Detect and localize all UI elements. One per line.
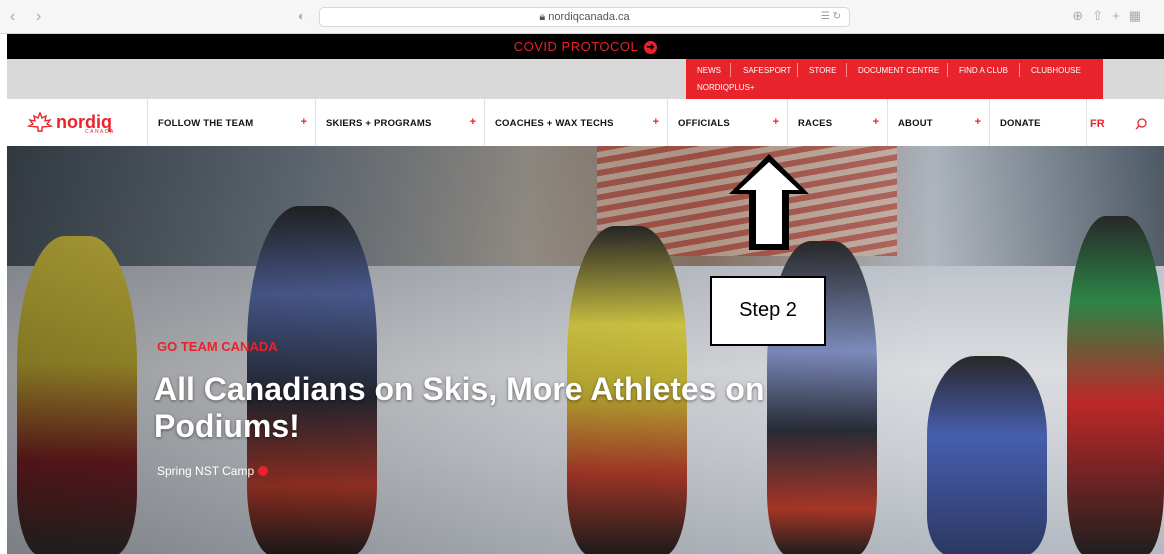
covid-protocol-label: COVID PROTOCOL: [513, 39, 639, 54]
util-link-safesport[interactable]: SAFESPORT: [743, 66, 791, 76]
arrow-right-icon: ➜: [644, 41, 658, 55]
lock-icon: 🔒︎: [539, 11, 549, 23]
browser-toolbar: ‹ › ◐ 🔒︎ nordiqcanada.ca ☰ ↻ ⊕⇧+▦: [0, 0, 1164, 34]
util-link-clubhouse[interactable]: CLUBHOUSE: [1031, 66, 1081, 76]
nav-label: SKIERS + PROGRAMS: [326, 118, 432, 129]
share-icon[interactable]: ⇧: [1092, 8, 1112, 23]
privacy-shield-icon[interactable]: ◐: [298, 9, 310, 23]
step-annotation-box: Step 2: [710, 276, 826, 346]
step-label: Step 2: [739, 299, 797, 321]
browser-actions: ⊕⇧+▦: [1072, 8, 1150, 24]
nav-donate[interactable]: DONATE: [989, 99, 1087, 146]
nav-label: DONATE: [1000, 118, 1041, 129]
nav-label: FOLLOW THE TEAM: [158, 118, 254, 129]
hero-headline: All Canadians on Skis, More Athletes on …: [154, 371, 765, 444]
forward-button[interactable]: ›: [36, 9, 41, 25]
hero-kicker: GO TEAM CANADA: [157, 339, 278, 354]
utility-links: NEWS SAFESPORT STORE DOCUMENT CENTRE FIN…: [686, 59, 1103, 99]
reload-icon[interactable]: ↻: [833, 11, 841, 22]
nav-races[interactable]: RACES +: [787, 99, 887, 146]
nav-label: OFFICIALS: [678, 118, 730, 129]
nav-about[interactable]: ABOUT +: [887, 99, 989, 146]
back-button[interactable]: ‹: [10, 9, 15, 25]
plus-icon: +: [652, 116, 659, 128]
nav-officials[interactable]: OFFICIALS +: [667, 99, 787, 146]
nav-label: ABOUT: [898, 118, 933, 129]
translate-icon[interactable]: ☰: [821, 11, 830, 22]
util-link-store[interactable]: STORE: [809, 66, 836, 76]
nav-follow-the-team[interactable]: FOLLOW THE TEAM +: [147, 99, 315, 146]
search-icon[interactable]: [1134, 117, 1148, 131]
nav-skiers-programs[interactable]: SKIERS + PROGRAMS +: [315, 99, 484, 146]
util-link-find-a-club[interactable]: FIND A CLUB: [959, 66, 1008, 76]
url-text: nordiqcanada.ca: [548, 11, 630, 23]
util-link-news[interactable]: NEWS: [697, 66, 721, 76]
plus-icon: +: [300, 116, 307, 128]
language-toggle[interactable]: FR: [1090, 118, 1105, 130]
nav-coaches-wax-techs[interactable]: COACHES + WAX TECHS +: [484, 99, 667, 146]
hero-caption-link[interactable]: Spring NST Camp: [157, 464, 269, 478]
main-navigation: nordiq CANADA FOLLOW THE TEAM + SKIERS +…: [7, 99, 1164, 147]
indicator-dot-icon: [258, 466, 269, 476]
logo-wordmark: nordiq: [56, 112, 112, 132]
address-bar[interactable]: 🔒︎ nordiqcanada.ca ☰ ↻: [319, 7, 850, 27]
covid-protocol-banner[interactable]: COVID PROTOCOL ➜: [7, 34, 1164, 59]
new-tab-icon[interactable]: +: [1112, 8, 1129, 23]
nav-label: RACES: [798, 118, 833, 129]
plus-icon: +: [872, 116, 879, 128]
tab-overview-icon[interactable]: ▦: [1129, 8, 1150, 23]
plus-icon: +: [772, 116, 779, 128]
maple-leaf-icon: [27, 112, 53, 132]
util-link-document-centre[interactable]: DOCUMENT CENTRE: [858, 66, 939, 76]
nav-label: COACHES + WAX TECHS: [495, 118, 614, 129]
util-link-nordiqplus[interactable]: NORDIQPLUS+: [697, 83, 755, 93]
logo-subtitle: CANADA: [85, 129, 115, 135]
download-icon[interactable]: ⊕: [1072, 8, 1092, 23]
caption-text: Spring NST Camp: [157, 464, 255, 478]
plus-icon: +: [469, 116, 476, 128]
hero-banner: GO TEAM CANADA All Canadians on Skis, Mo…: [7, 146, 1164, 554]
plus-icon: +: [974, 116, 981, 128]
nordiq-logo[interactable]: nordiq CANADA: [27, 112, 115, 135]
up-arrow-icon: [729, 154, 809, 250]
